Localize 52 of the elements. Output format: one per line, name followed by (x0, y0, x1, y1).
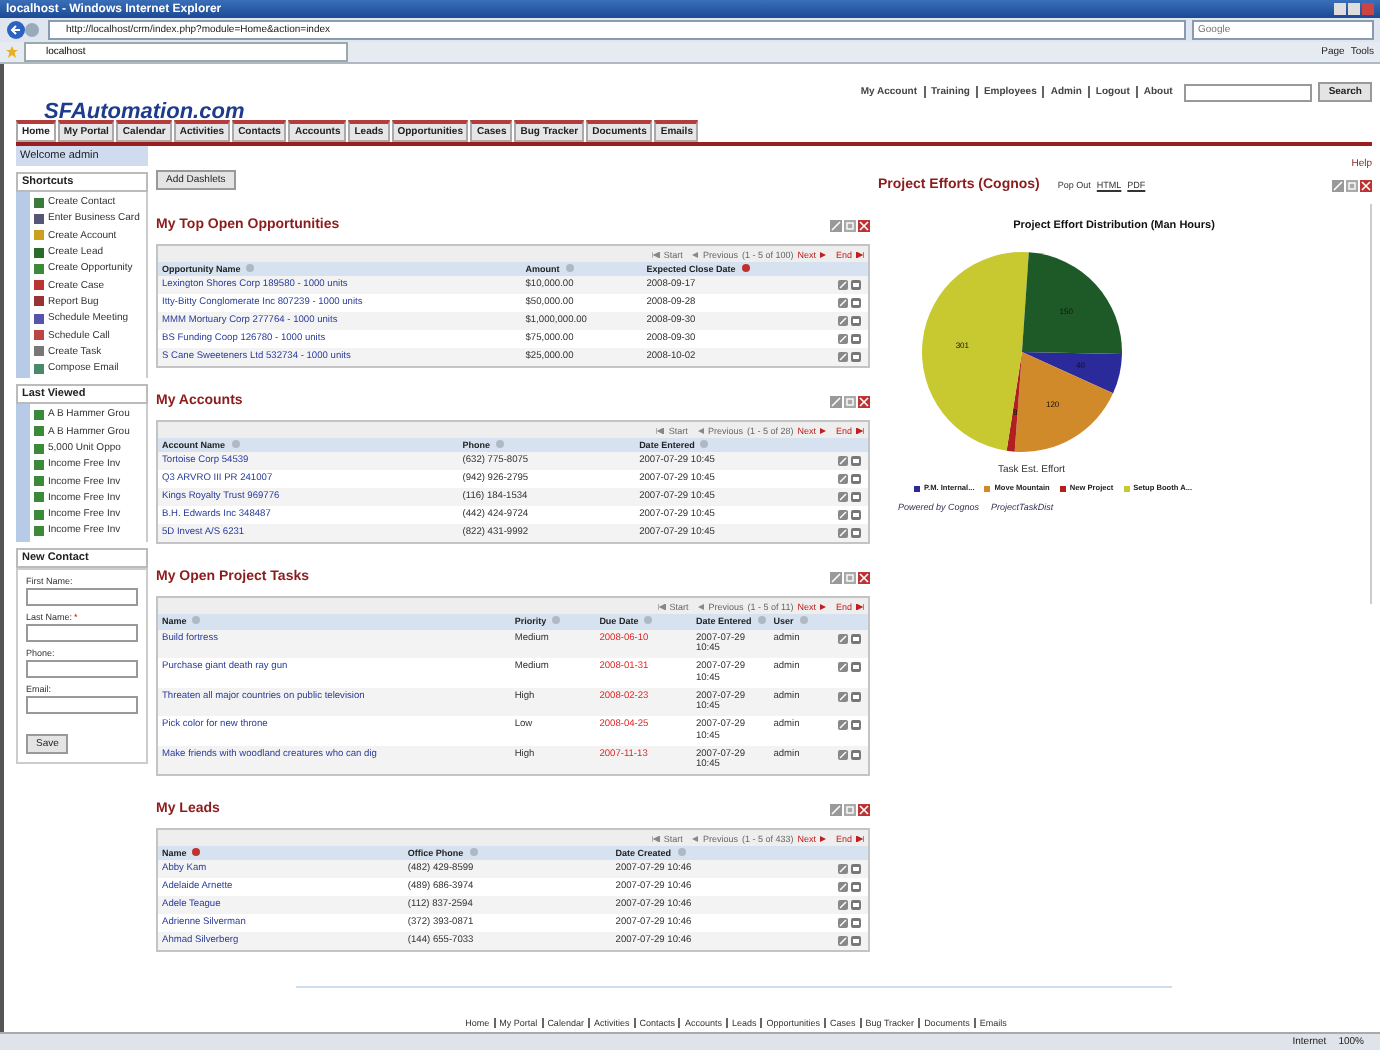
last-page-icon[interactable] (856, 427, 864, 434)
row-actions-icon[interactable] (838, 720, 862, 731)
row-actions-icon[interactable] (838, 528, 862, 539)
dashlet-tools-icon[interactable] (1332, 179, 1372, 191)
input-field[interactable] (26, 587, 138, 606)
row-actions-icon[interactable] (838, 456, 862, 467)
last-page-icon[interactable] (856, 835, 864, 842)
next-icon[interactable] (819, 835, 826, 842)
row-actions-icon[interactable] (838, 936, 862, 947)
row-actions-icon[interactable] (838, 662, 862, 673)
first-page-icon[interactable] (651, 251, 660, 257)
search-field[interactable] (1184, 83, 1313, 101)
previous-icon[interactable] (692, 251, 699, 257)
next-icon[interactable] (819, 427, 826, 434)
row-actions-icon[interactable] (838, 352, 862, 363)
row-actions-icon[interactable] (838, 918, 862, 929)
input-field[interactable] (26, 623, 138, 642)
last-page-icon[interactable] (856, 603, 864, 610)
row-actions-icon[interactable] (838, 900, 862, 911)
row-actions-icon[interactable] (838, 749, 862, 760)
next-icon[interactable] (819, 251, 826, 257)
sort-icon[interactable] (741, 264, 750, 272)
row-actions-icon[interactable] (838, 492, 862, 503)
first-page-icon[interactable] (656, 427, 665, 434)
star-icon[interactable] (6, 46, 18, 58)
row-actions-icon[interactable] (838, 280, 862, 291)
row-actions-icon[interactable] (838, 298, 862, 309)
row-actions-icon[interactable] (838, 864, 862, 875)
row-actions-icon[interactable] (838, 316, 862, 327)
input-field[interactable] (26, 659, 138, 678)
row-actions-icon[interactable] (838, 691, 862, 702)
row-actions-icon[interactable] (838, 882, 862, 893)
previous-icon[interactable] (698, 603, 705, 610)
dashlet-tools-icon[interactable] (830, 219, 870, 231)
row-actions-icon[interactable] (838, 633, 862, 644)
previous-icon[interactable] (697, 427, 704, 434)
previous-icon[interactable] (692, 835, 699, 842)
site-logo: SFAutomation.com (44, 100, 245, 124)
dashlet-tools-icon[interactable] (830, 571, 870, 584)
window-controls-icon[interactable] (1334, 2, 1374, 16)
row-actions-icon[interactable] (838, 334, 862, 345)
next-icon[interactable] (819, 603, 826, 610)
row-actions-icon[interactable] (838, 510, 862, 521)
sort-icon[interactable] (192, 848, 201, 857)
last-page-icon[interactable] (856, 251, 864, 257)
first-page-icon[interactable] (651, 835, 660, 842)
dashlet-tools-icon[interactable] (830, 803, 870, 816)
back-forward-icon[interactable] (6, 20, 42, 40)
dashlet-tools-icon[interactable] (830, 395, 870, 408)
first-page-icon[interactable] (657, 603, 666, 610)
input-field[interactable] (26, 695, 138, 714)
row-actions-icon[interactable] (838, 474, 862, 485)
